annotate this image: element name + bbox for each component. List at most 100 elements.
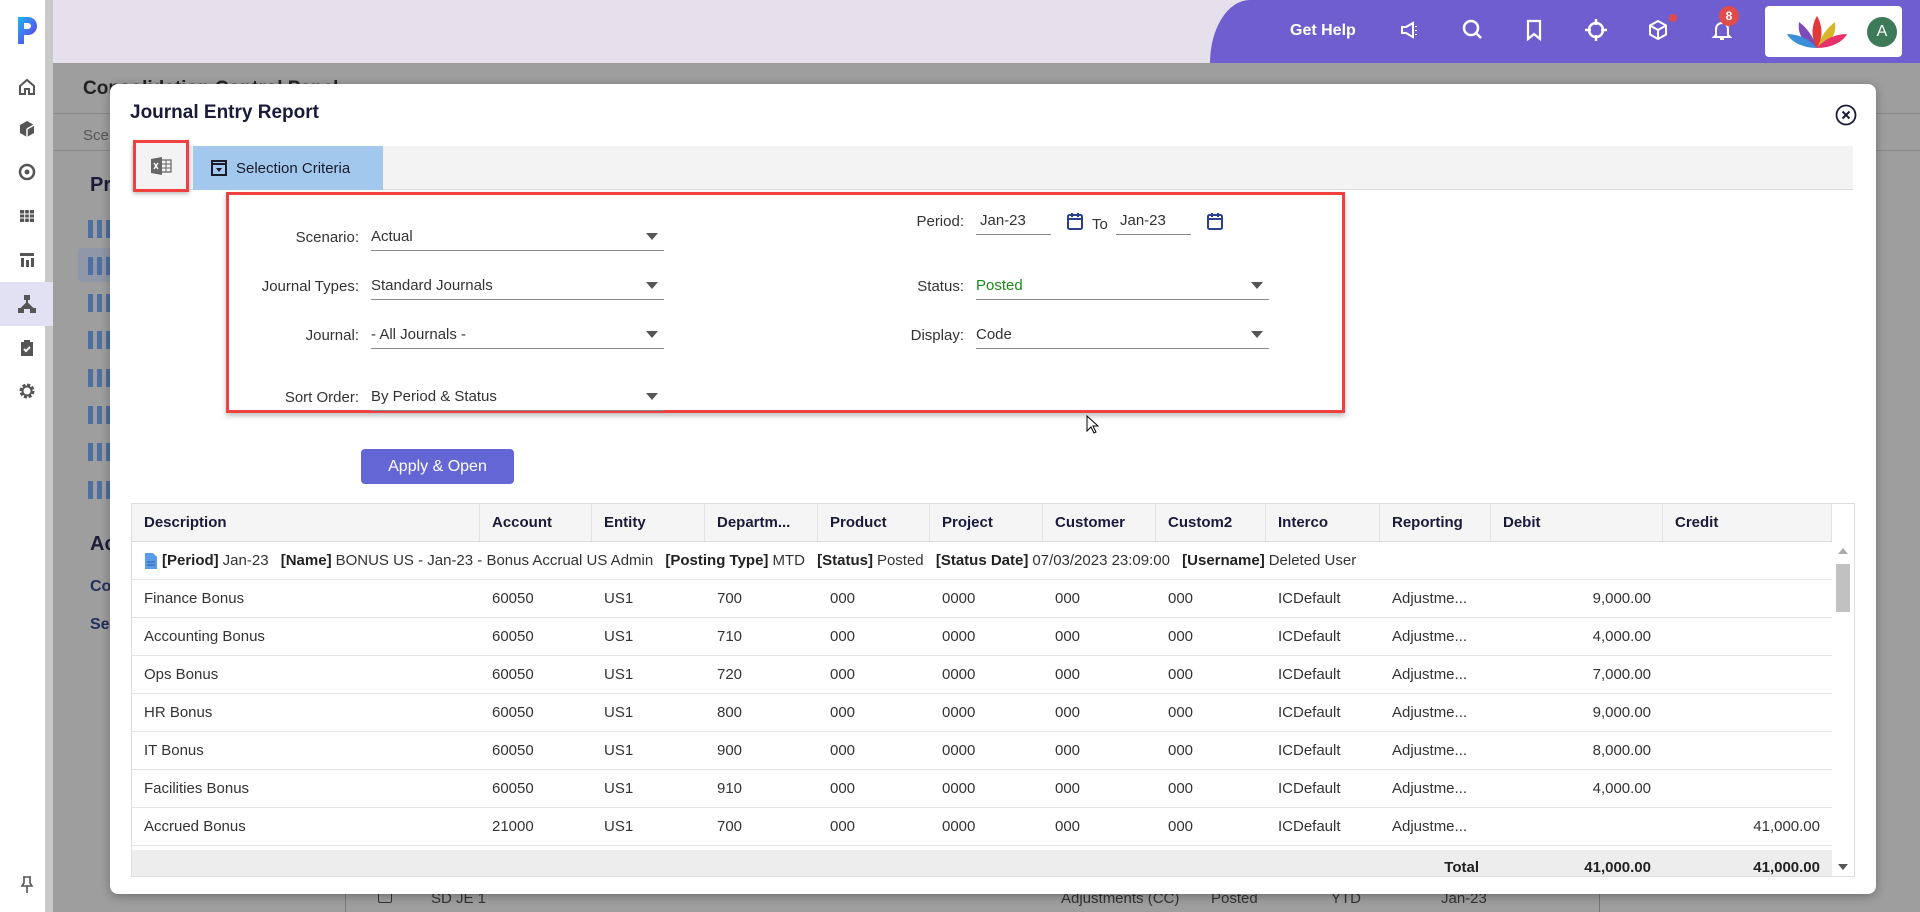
cell-custom2: 000 bbox=[1168, 780, 1194, 797]
section-link[interactable]: Co bbox=[90, 578, 111, 596]
export-excel-button[interactable] bbox=[133, 140, 189, 192]
column-header-description[interactable]: Description bbox=[132, 504, 480, 542]
cell-entity: US1 bbox=[604, 590, 634, 607]
column-header-interco[interactable]: Interco bbox=[1266, 504, 1380, 542]
cell-debit: 7,000.00 bbox=[1592, 666, 1651, 683]
cell-reporting: Adjustme... bbox=[1392, 818, 1468, 835]
cell-description: Facilities Bonus bbox=[144, 780, 250, 797]
cell-account: 60050 bbox=[492, 780, 534, 797]
scroll-up-icon[interactable] bbox=[1838, 548, 1848, 554]
sidebar-item-grid[interactable] bbox=[0, 194, 53, 238]
period-label: Period: bbox=[916, 213, 964, 230]
sidebar-item-hierarchy[interactable] bbox=[0, 282, 53, 326]
pin-button[interactable] bbox=[0, 862, 53, 906]
display-dropdown[interactable]: Code bbox=[976, 323, 1269, 349]
sidebar-item-target[interactable] bbox=[0, 150, 53, 194]
cell-entity: US1 bbox=[604, 666, 634, 683]
status-dropdown[interactable]: Posted bbox=[976, 274, 1269, 300]
total-credit: 41,000.00 bbox=[1753, 859, 1820, 876]
journal-group-row[interactable]: [Period] Jan-23 [Name] BONUS US - Jan-23 -… bbox=[132, 542, 1832, 580]
calendar-icon[interactable] bbox=[1206, 211, 1224, 231]
scenario-label: Sce bbox=[83, 127, 109, 144]
cell-description: Ops Bonus bbox=[144, 666, 219, 683]
sort-order-value: By Period & Status bbox=[371, 388, 497, 405]
close-icon[interactable] bbox=[1835, 104, 1857, 126]
name-key: [Name] bbox=[280, 552, 332, 569]
cell-department: 900 bbox=[717, 742, 743, 759]
cell-department: 720 bbox=[717, 666, 743, 683]
hierarchy-icon bbox=[17, 295, 36, 313]
table-row[interactable]: HR Bonus 60050 US1 800 000 0000 000 000 ICDefaul… bbox=[132, 694, 1832, 732]
sidebar-item-cube[interactable] bbox=[0, 107, 53, 151]
calendar-icon[interactable] bbox=[1066, 211, 1084, 231]
table-row[interactable]: Accounting Bonus 60050 US1 710 000 0000 000 000… bbox=[132, 618, 1832, 656]
total-row: Total 41,000.00 41,000.00 bbox=[132, 850, 1832, 876]
cell-custom2: 000 bbox=[1168, 742, 1194, 759]
display-value: Code bbox=[976, 326, 1012, 343]
journal-types-dropdown[interactable]: Standard Journals bbox=[371, 274, 664, 300]
cell-interco: ICDefault bbox=[1278, 590, 1341, 607]
date-value: 07/03/2023 23:09:00 bbox=[1032, 552, 1170, 569]
cell-department: 800 bbox=[717, 704, 743, 721]
scrollbar-thumb[interactable] bbox=[1836, 564, 1850, 612]
display-label: Display: bbox=[910, 327, 964, 344]
table-row[interactable]: Accrued Bonus 21000 US1 700 000 0000 000 000 ICD… bbox=[132, 808, 1832, 846]
section-link[interactable]: Se bbox=[90, 616, 110, 634]
sidebar-item-tasks[interactable] bbox=[0, 326, 53, 370]
column-header-account[interactable]: Account bbox=[480, 504, 592, 542]
cell-interco: ICDefault bbox=[1278, 704, 1341, 721]
cell-department: 910 bbox=[717, 780, 743, 797]
posting-value: MTD bbox=[772, 552, 805, 569]
tab-selection-criteria[interactable]: Selection Criteria bbox=[193, 146, 383, 190]
journal-types-label: Journal Types: bbox=[261, 278, 359, 295]
cell-credit: 41,000.00 bbox=[1753, 818, 1820, 835]
journal-types-value: Standard Journals bbox=[371, 277, 493, 294]
cell-credit bbox=[1663, 580, 1832, 618]
cell-project: 0000 bbox=[942, 780, 976, 797]
sidebar-item-reports[interactable] bbox=[0, 238, 53, 282]
column-header-project[interactable]: Project bbox=[930, 504, 1043, 542]
cell-description: HR Bonus bbox=[144, 704, 213, 721]
table-row[interactable]: Finance Bonus 60050 US1 700 000 0000 000 000 ICD… bbox=[132, 580, 1832, 618]
cell-reporting: Adjustme... bbox=[1392, 590, 1468, 607]
chevron-down-icon bbox=[646, 393, 658, 400]
cell-product: 000 bbox=[830, 628, 856, 645]
column-header-department[interactable]: Departm... bbox=[705, 504, 818, 542]
period-to-value: Jan-23 bbox=[1120, 212, 1166, 229]
sidebar-item-settings[interactable] bbox=[0, 369, 53, 413]
column-header-debit[interactable]: Debit bbox=[1491, 504, 1663, 542]
period-to-input[interactable]: Jan-23 bbox=[1116, 209, 1191, 235]
table-row[interactable]: Facilities Bonus 60050 US1 910 000 0000 000 000… bbox=[132, 770, 1832, 808]
scenario-dropdown[interactable]: Actual bbox=[371, 225, 664, 251]
cell-interco: ICDefault bbox=[1278, 742, 1341, 759]
cell-account: 60050 bbox=[492, 742, 534, 759]
status-label: Status: bbox=[917, 278, 964, 295]
column-header-credit[interactable]: Credit bbox=[1663, 504, 1832, 542]
apply-open-button[interactable]: Apply & Open bbox=[361, 449, 514, 484]
cell-product: 000 bbox=[830, 666, 856, 683]
table-scrollbar[interactable] bbox=[1832, 542, 1854, 876]
column-header-custom2[interactable]: Custom2 bbox=[1156, 504, 1266, 542]
table-row[interactable]: IT Bonus 60050 US1 900 000 0000 000 000 ICDefaul… bbox=[132, 732, 1832, 770]
column-header-reporting[interactable]: Reporting bbox=[1380, 504, 1491, 542]
chevron-down-icon bbox=[1251, 331, 1263, 338]
scroll-down-icon[interactable] bbox=[1838, 864, 1848, 870]
period-from-input[interactable]: Jan-23 bbox=[976, 209, 1051, 235]
date-key: [Status Date] bbox=[935, 552, 1029, 569]
cell-custom2: 000 bbox=[1168, 704, 1194, 721]
journal-dropdown[interactable]: - All Journals - bbox=[371, 323, 664, 349]
sidebar-item-home[interactable] bbox=[0, 65, 53, 109]
column-header-customer[interactable]: Customer bbox=[1043, 504, 1156, 542]
cell-entity: US1 bbox=[604, 628, 634, 645]
cell-product: 000 bbox=[830, 590, 856, 607]
get-help-link[interactable]: Get Help bbox=[1290, 22, 1356, 40]
target-icon bbox=[18, 163, 35, 181]
status-value: Posted bbox=[876, 552, 924, 569]
column-header-product[interactable]: Product bbox=[818, 504, 930, 542]
sort-order-dropdown[interactable]: By Period & Status bbox=[371, 385, 664, 411]
cell-custom2: 000 bbox=[1168, 818, 1194, 835]
column-header-entity[interactable]: Entity bbox=[592, 504, 705, 542]
table-row[interactable]: Ops Bonus 60050 US1 720 000 0000 000 000 ICDefau… bbox=[132, 656, 1832, 694]
cell-customer: 000 bbox=[1055, 666, 1081, 683]
scenario-label: Scenario: bbox=[295, 229, 359, 246]
